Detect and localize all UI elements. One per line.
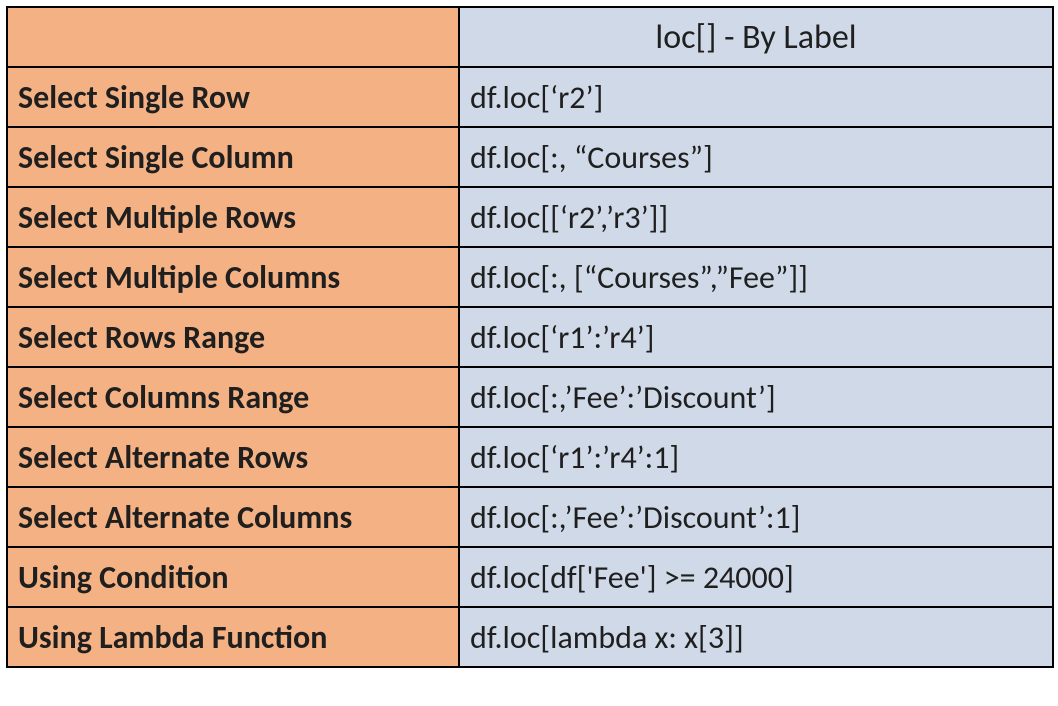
header-empty-cell (7, 7, 459, 67)
row-label: Select Alternate Columns (7, 487, 459, 547)
row-label: Select Single Row (7, 67, 459, 127)
header-title-cell: loc[] - By Label (459, 7, 1053, 67)
row-label: Select Alternate Rows (7, 427, 459, 487)
row-code: df.loc[lambda x: x[3]] (459, 607, 1053, 667)
row-code: df.loc[‘r1’:’r4’:1] (459, 427, 1053, 487)
row-label: Select Single Column (7, 127, 459, 187)
row-code: df.loc[[‘r2’,’r3’]] (459, 187, 1053, 247)
row-code: df.loc[df['Fee'] >= 24000] (459, 547, 1053, 607)
row-label: Using Condition (7, 547, 459, 607)
table-row: Select Alternate Rows df.loc[‘r1’:’r4’:1… (7, 427, 1053, 487)
table-row: Select Multiple Rows df.loc[[‘r2’,’r3’]] (7, 187, 1053, 247)
table-row: Select Single Column df.loc[:, “Courses”… (7, 127, 1053, 187)
row-label: Using Lambda Function (7, 607, 459, 667)
row-code: df.loc[:,’Fee’:’Discount’] (459, 367, 1053, 427)
table-row: Using Lambda Function df.loc[lambda x: x… (7, 607, 1053, 667)
row-code: df.loc[:, [“Courses”,”Fee”]] (459, 247, 1053, 307)
row-label: Select Rows Range (7, 307, 459, 367)
table-row: Select Single Row df.loc[‘r2’] (7, 67, 1053, 127)
table-row: Select Columns Range df.loc[:,’Fee’:’Dis… (7, 367, 1053, 427)
table-row: Select Alternate Columns df.loc[:,’Fee’:… (7, 487, 1053, 547)
table-row: Using Condition df.loc[df['Fee'] >= 2400… (7, 547, 1053, 607)
table-row: Select Rows Range df.loc[‘r1’:’r4’] (7, 307, 1053, 367)
row-label: Select Multiple Columns (7, 247, 459, 307)
row-label: Select Multiple Rows (7, 187, 459, 247)
row-code: df.loc[:,’Fee’:’Discount’:1] (459, 487, 1053, 547)
loc-reference-table: loc[] - By Label Select Single Row df.lo… (6, 6, 1054, 668)
table-row: Select Multiple Columns df.loc[:, [“Cour… (7, 247, 1053, 307)
table-header-row: loc[] - By Label (7, 7, 1053, 67)
row-code: df.loc[‘r2’] (459, 67, 1053, 127)
row-code: df.loc[:, “Courses”] (459, 127, 1053, 187)
row-code: df.loc[‘r1’:’r4’] (459, 307, 1053, 367)
row-label: Select Columns Range (7, 367, 459, 427)
